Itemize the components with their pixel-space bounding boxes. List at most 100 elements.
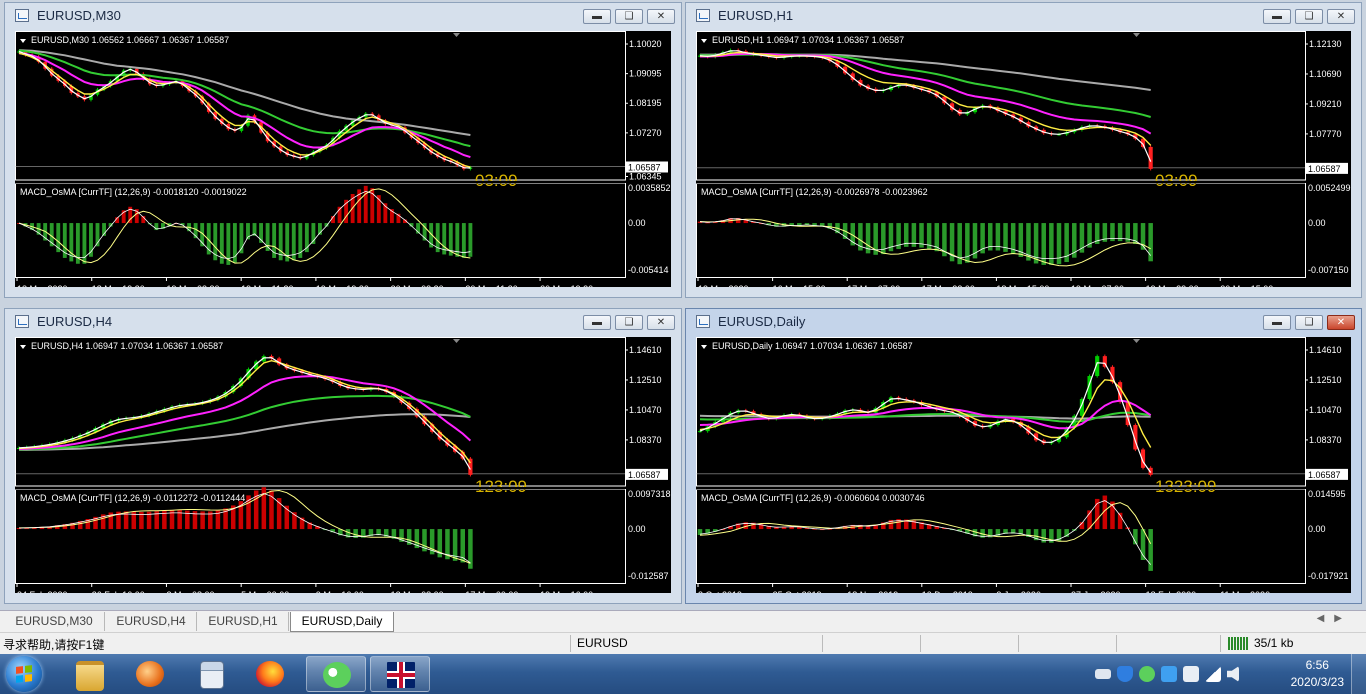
taskbar-firefox[interactable] — [242, 656, 298, 692]
taskbar-app-orange[interactable] — [122, 656, 178, 692]
moving-average-line — [700, 52, 1152, 135]
tab-eurusd-m30[interactable]: EURUSD,M30 — [4, 612, 105, 631]
current-price-label: 1.06587 — [1308, 470, 1341, 480]
time-axis-label: 25 Oct 2019 — [773, 590, 822, 593]
cloud-icon[interactable] — [1161, 666, 1177, 682]
chart-area[interactable]: 1.14610 1.12510 1.10470 1.08370 1.06587 1323:… — [696, 337, 1351, 593]
price-axis-label: 1.08370 — [1309, 435, 1342, 445]
chart-window-m30[interactable]: EURUSD,M30 ▬ ❑ ✕ 1.10020 1.09095 1.08195 1.… — [4, 2, 682, 298]
tab-eurusd-daily[interactable]: EURUSD,Daily — [290, 612, 394, 632]
window-titlebar[interactable]: EURUSD,H1 ▬ ❑ ✕ — [686, 3, 1361, 29]
price-axis-label: 1.12130 — [1309, 39, 1342, 49]
close-button[interactable]: ✕ — [647, 315, 675, 330]
collapse-arrow-icon — [20, 345, 26, 349]
close-button[interactable]: ✕ — [647, 9, 675, 24]
macd-scale-zero: 0.00 — [628, 524, 646, 534]
time-axis-label: 19 Mar 03:30 — [166, 284, 219, 287]
status-traffic: 35/1 kb — [1254, 636, 1294, 650]
main-panel-frame — [15, 337, 626, 487]
calculator-icon — [200, 661, 224, 689]
taskbar-explorer[interactable] — [62, 656, 118, 692]
time-axis-label: 16 Mar 15:00 — [773, 284, 826, 287]
price-axis-label: 1.12510 — [629, 375, 662, 385]
maximize-button[interactable]: ❑ — [615, 315, 643, 330]
status-divider — [1220, 635, 1221, 652]
minimize-button[interactable]: ▬ — [583, 9, 611, 24]
maximize-button[interactable]: ❑ — [1295, 315, 1323, 330]
time-axis-label: 10 Dec 2019 — [922, 590, 973, 593]
wechat-tray-icon[interactable] — [1139, 666, 1155, 682]
maximize-button[interactable]: ❑ — [1295, 9, 1323, 24]
price-axis-label: 1.06345 — [629, 171, 662, 181]
macd-scale-min: -0.017921 — [1308, 571, 1349, 581]
wechat-icon — [323, 662, 351, 688]
moving-average-line — [699, 53, 1151, 118]
minimize-button[interactable]: ▬ — [1263, 9, 1291, 24]
taskbar-wechat[interactable] — [306, 656, 366, 692]
chart-area[interactable]: 1.10020 1.09095 1.08195 1.07270 1.06587 1.063… — [15, 31, 671, 287]
time-axis-label: 3 Oct 2019 — [698, 590, 742, 593]
close-button[interactable]: ✕ — [1327, 315, 1355, 330]
time-axis-label: 3 Jan 2020 — [996, 590, 1041, 593]
macd-scale-zero: 0.00 — [1308, 524, 1326, 534]
taskbar-metatrader[interactable] — [370, 656, 430, 692]
keyboard-icon[interactable] — [1095, 669, 1111, 679]
time-axis-label: 20 Mar 15:00 — [1220, 284, 1273, 287]
macd-scale-zero: 0.00 — [628, 218, 646, 228]
chart-area[interactable]: 1.14610 1.12510 1.10470 1.08370 1.06587 123:0… — [15, 337, 671, 593]
start-button[interactable] — [6, 656, 42, 692]
minimize-button[interactable]: ▬ — [583, 315, 611, 330]
macd-scale-max: 0.0052499 — [1308, 183, 1351, 193]
status-divider — [570, 635, 571, 652]
chart-window-icon — [696, 315, 710, 328]
chart-window-daily[interactable]: EURUSD,Daily ▬ ❑ ✕ 1.14610 1.12510 1.10470… — [685, 308, 1362, 604]
macd-header: MACD_OsMA [CurrTF] (12,26,9) -0.0112272 … — [20, 493, 245, 503]
candle-timer: 123:09 — [475, 477, 527, 496]
price-axis-label: 1.10470 — [629, 405, 662, 415]
taskbar-calculator[interactable] — [182, 656, 238, 692]
price-axis-label: 1.12510 — [1309, 375, 1342, 385]
tab-eurusd-h4[interactable]: EURUSD,H4 — [106, 612, 197, 631]
time-axis-label: 20 Mar 11:30 — [465, 284, 517, 287]
price-axis-label: 1.14610 — [1309, 345, 1342, 355]
chart-window-icon — [15, 9, 29, 22]
window-title: EURUSD,M30 — [37, 8, 121, 23]
time-axis-label: 17 Mar 07:00 — [847, 284, 900, 287]
show-desktop-button[interactable] — [1351, 654, 1366, 694]
window-titlebar[interactable]: EURUSD,Daily ▬ ❑ ✕ — [686, 309, 1361, 335]
bird-icon — [136, 661, 164, 687]
chart-header: EURUSD,Daily 1.06947 1.07034 1.06367 1.0… — [712, 341, 913, 351]
time-axis-label: 17 Mar 00:00 — [465, 590, 518, 593]
candle-timer: 03:09 — [1155, 171, 1198, 190]
shield-icon[interactable] — [1117, 666, 1133, 682]
status-profile: EURUSD — [577, 636, 628, 650]
shift-marker-icon — [453, 339, 460, 343]
chart-window-h1[interactable]: EURUSD,H1 ▬ ❑ ✕ 1.12130 1.10690 1.09210 1.0… — [685, 2, 1362, 298]
system-clock[interactable]: 6:56 2020/3/23 — [1291, 657, 1344, 691]
firefox-icon — [256, 661, 284, 687]
close-button[interactable]: ✕ — [1327, 9, 1355, 24]
collapse-arrow-icon — [701, 39, 707, 43]
time-axis-label: 13 Mar 2020 — [698, 284, 749, 287]
window-titlebar[interactable]: EURUSD,H4 ▬ ❑ ✕ — [5, 309, 681, 335]
main-panel-frame — [15, 31, 626, 181]
window-titlebar[interactable]: EURUSD,M30 ▬ ❑ ✕ — [5, 3, 681, 29]
macd-main-line — [18, 190, 471, 260]
windows-taskbar: 6:56 2020/3/23 — [0, 654, 1366, 694]
price-axis-label: 1.14610 — [629, 345, 662, 355]
tab-eurusd-h1[interactable]: EURUSD,H1 — [198, 612, 289, 631]
current-price-label: 1.06587 — [1308, 164, 1341, 174]
usb-icon[interactable] — [1183, 666, 1199, 682]
volume-icon[interactable] — [1227, 666, 1239, 682]
fast-average-line — [18, 50, 471, 169]
chart-window-h4[interactable]: EURUSD,H4 ▬ ❑ ✕ 1.14610 1.12510 1.10470 1.0… — [4, 308, 682, 604]
tab-scroll-arrows[interactable]: ◀▶ — [1317, 613, 1352, 624]
chart-area[interactable]: 1.12130 1.10690 1.09210 1.07770 1.06587 03:09… — [696, 31, 1351, 287]
maximize-button[interactable]: ❑ — [615, 9, 643, 24]
macd-scale-min: -0.005414 — [628, 265, 669, 275]
network-signal-icon[interactable] — [1205, 666, 1221, 682]
minimize-button[interactable]: ▬ — [1263, 315, 1291, 330]
main-panel-frame — [696, 337, 1306, 487]
macd-panel-frame — [696, 183, 1306, 278]
chart-header: EURUSD,H1 1.06947 1.07034 1.06367 1.0658… — [712, 35, 904, 45]
